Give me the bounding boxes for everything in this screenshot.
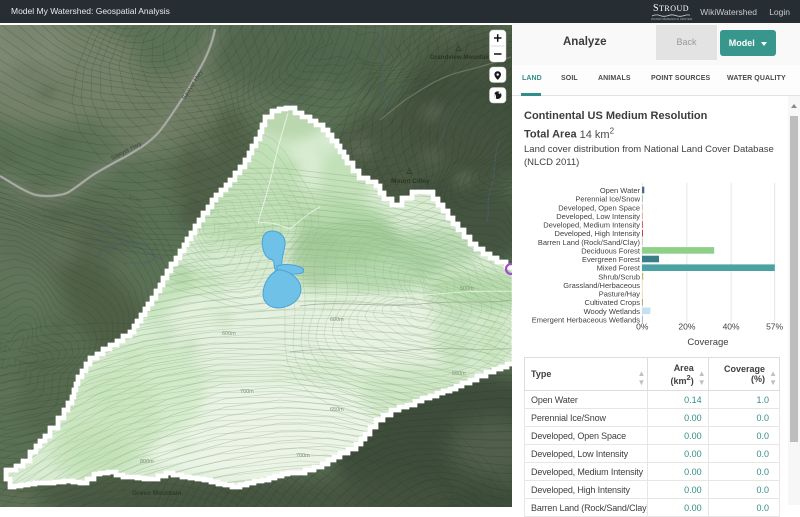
svg-text:600m: 600m [330,317,344,323]
svg-text:40%: 40% [723,322,740,332]
svg-text:600m: 600m [222,331,236,337]
svg-text:Developed, Medium Intensity: Developed, Medium Intensity [543,221,640,230]
svg-text:57%: 57% [766,322,783,332]
svg-text:20%: 20% [678,322,695,332]
svg-text:700m: 700m [296,453,310,459]
svg-text:Mount Cilley: Mount Cilley [391,178,430,185]
svg-text:Woody Wetlands: Woody Wetlands [584,307,641,316]
svg-text:Grandview Mountain: Grandview Mountain [430,54,491,61]
svg-text:0%: 0% [636,322,649,332]
svg-text:Perennial Ice/Snow: Perennial Ice/Snow [575,195,640,204]
svg-text:550m: 550m [452,371,466,377]
svg-text:650m: 650m [330,407,344,413]
svg-text:Emergent Herbaceous Wetlands: Emergent Herbaceous Wetlands [532,316,641,325]
svg-text:Grassland/Herbaceous: Grassland/Herbaceous [563,281,640,290]
svg-text:800m: 800m [140,459,154,465]
svg-text:500m: 500m [460,286,474,292]
svg-text:Coverage: Coverage [687,337,728,348]
svg-text:700m: 700m [240,389,254,395]
svg-text:Evergreen Forest: Evergreen Forest [582,255,641,264]
svg-text:Green Mountain: Green Mountain [132,490,182,497]
